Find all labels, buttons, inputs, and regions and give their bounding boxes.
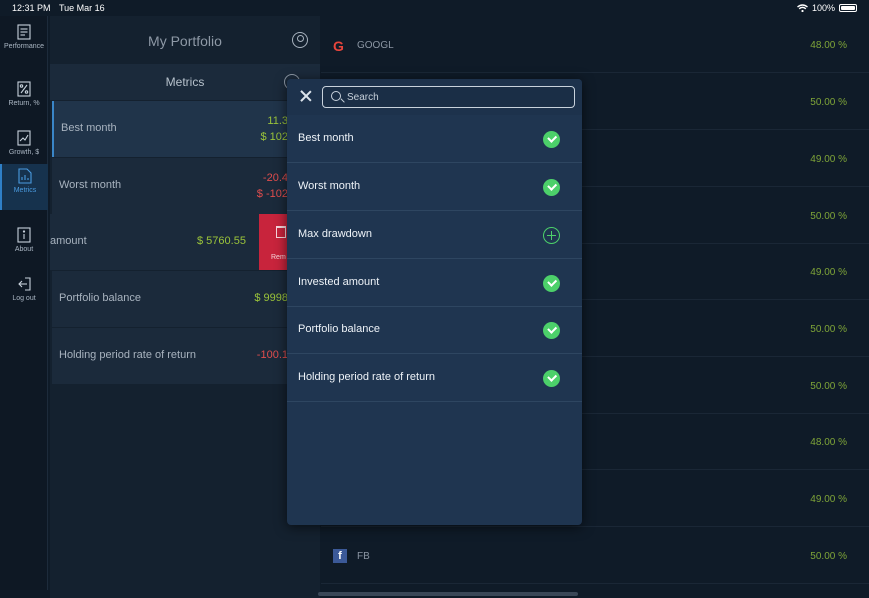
holding-row-googl[interactable]: G GOOGL 48.00 %	[321, 16, 869, 73]
close-icon[interactable]	[300, 90, 312, 102]
option-invested-amount[interactable]: Invested amount	[287, 259, 582, 307]
option-holding-period[interactable]: Holding period rate of return	[287, 354, 582, 402]
holding-percent: 50.00 %	[810, 381, 847, 392]
metric-name: Portfolio balance	[59, 292, 141, 304]
option-label: Portfolio balance	[298, 323, 380, 335]
holding-ticker: FB	[357, 551, 370, 562]
sidebar-item-label: Return, %	[8, 100, 40, 107]
option-portfolio-balance[interactable]: Portfolio balance	[287, 306, 582, 354]
metric-amount: $ -102	[256, 188, 288, 200]
logout-icon	[18, 277, 31, 291]
metric-row-portfolio-balance[interactable]: Portfolio balance $ 9998	[52, 271, 320, 327]
holding-percent: 48.00 %	[810, 40, 847, 51]
status-bar: 12:31 PM Tue Mar 16 100%	[0, 0, 869, 16]
holding-percent: 49.00 %	[810, 494, 847, 505]
battery-icon	[839, 4, 857, 12]
holding-percent: 50.00 %	[810, 211, 847, 222]
growth-chart-icon	[17, 130, 31, 146]
option-worst-month[interactable]: Worst month	[287, 163, 582, 211]
holding-percent: 48.00 %	[810, 437, 847, 448]
metric-row-best-month[interactable]: Best month 11.3 $ 102	[52, 101, 320, 157]
battery-percent: 100%	[811, 3, 835, 13]
option-label: Holding period rate of return	[298, 371, 435, 383]
portfolio-panel: My Portfolio Metrics Best month 11.3 $ 1…	[50, 16, 320, 598]
home-indicator[interactable]	[318, 592, 578, 596]
sidebar-item-label: Log out	[12, 295, 36, 302]
profile-icon[interactable]	[292, 32, 308, 48]
sidebar-item-label: About	[14, 246, 34, 253]
metric-row-invested-amount[interactable]: amount $ 5760.55 Rem	[50, 214, 320, 270]
metric-amount: $ 5760.55	[197, 235, 246, 247]
metric-percent: -20.4	[262, 172, 288, 184]
holding-percent: 50.00 %	[810, 97, 847, 108]
metric-name: amount	[50, 235, 87, 247]
percent-chart-icon	[17, 81, 31, 97]
search-input[interactable]	[347, 89, 567, 105]
sidebar: Performance Return, % Growth, $ Metrics …	[0, 16, 48, 590]
sidebar-item-return[interactable]: Return, %	[0, 77, 48, 123]
check-circle-icon[interactable]	[543, 179, 560, 196]
sidebar-item-logout[interactable]: Log out	[0, 272, 48, 318]
metrics-picker-modal: Best month Worst month Max drawdown Inve…	[287, 79, 582, 525]
portfolio-title: My Portfolio	[148, 33, 222, 49]
sidebar-item-label: Performance	[3, 43, 45, 50]
document-icon	[17, 24, 31, 40]
check-circle-icon[interactable]	[543, 131, 560, 148]
option-max-drawdown[interactable]: Max drawdown	[287, 211, 582, 259]
check-circle-icon[interactable]	[543, 370, 560, 387]
metric-percent: 11.3	[267, 115, 288, 127]
option-best-month[interactable]: Best month	[287, 115, 582, 163]
wifi-icon	[797, 4, 808, 12]
status-time: 12:31 PM	[12, 3, 51, 13]
holding-percent: 50.00 %	[810, 551, 847, 562]
metrics-icon	[18, 168, 32, 184]
metric-row-worst-month[interactable]: Worst month -20.4 $ -102	[52, 158, 320, 214]
sidebar-item-metrics[interactable]: Metrics	[0, 164, 48, 210]
modal-header	[287, 79, 582, 115]
metric-name: Best month	[61, 122, 117, 134]
metric-name: Worst month	[59, 179, 122, 191]
metric-percent: -100.1	[256, 349, 288, 361]
add-circle-icon[interactable]	[543, 227, 560, 244]
status-date: Tue Mar 16	[59, 3, 105, 13]
google-logo-icon: G	[333, 38, 344, 54]
sidebar-item-performance[interactable]: Performance	[0, 20, 48, 66]
option-label: Max drawdown	[298, 228, 372, 240]
holding-percent: 50.00 %	[810, 324, 847, 335]
metrics-header: Metrics	[50, 64, 320, 100]
trash-icon	[276, 226, 286, 238]
sidebar-item-label: Metrics	[13, 187, 37, 194]
sidebar-item-about[interactable]: About	[0, 223, 48, 269]
search-icon	[331, 91, 341, 101]
metrics-header-label: Metrics	[165, 75, 205, 89]
screen: 12:31 PM Tue Mar 16 100% Performance Ret…	[0, 0, 869, 598]
option-label: Worst month	[298, 180, 361, 192]
sidebar-item-label: Growth, $	[8, 149, 40, 156]
metric-name: Holding period rate of return	[59, 349, 196, 361]
search-field[interactable]	[322, 86, 575, 108]
option-label: Best month	[298, 132, 354, 144]
metric-amount: $ 102	[260, 131, 288, 143]
facebook-logo-icon: f	[333, 549, 347, 563]
check-circle-icon[interactable]	[543, 275, 560, 292]
holding-row-fb[interactable]: f FB 50.00 %	[321, 527, 869, 584]
metric-row-holding-period[interactable]: Holding period rate of return -100.1	[52, 328, 320, 384]
info-icon	[17, 227, 31, 243]
metric-amount: $ 9998	[254, 292, 288, 304]
holding-percent: 49.00 %	[810, 154, 847, 165]
option-label: Invested amount	[298, 276, 380, 288]
status-right: 100%	[797, 3, 857, 13]
holding-percent: 49.00 %	[810, 267, 847, 278]
check-circle-icon[interactable]	[543, 322, 560, 339]
holding-ticker: GOOGL	[357, 40, 394, 51]
remove-label: Rem	[271, 254, 286, 261]
